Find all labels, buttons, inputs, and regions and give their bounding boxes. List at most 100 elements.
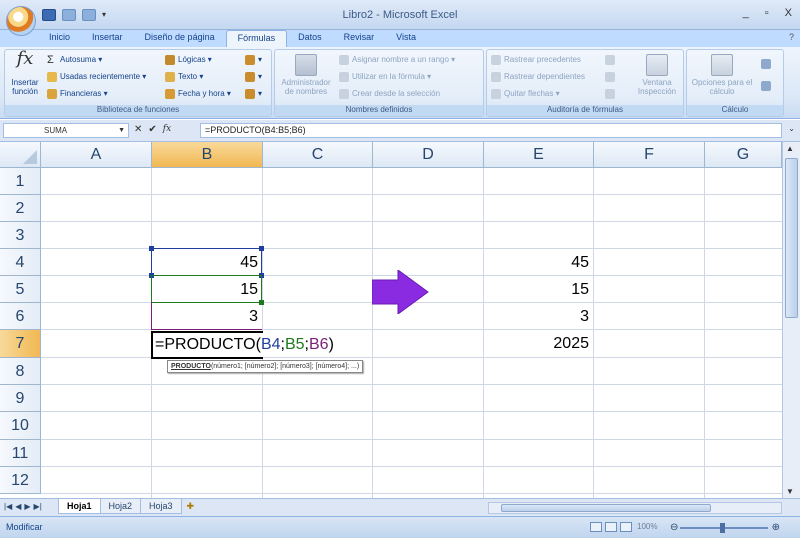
datetime-functions-button[interactable]: Fecha y hora ▾ <box>165 88 231 100</box>
sheet-tab-hoja2[interactable]: Hoja2 <box>99 499 142 514</box>
trace-precedents-button[interactable]: Rastrear precedentes <box>491 54 581 66</box>
financial-functions-button[interactable]: Financieras ▾ <box>47 88 108 100</box>
help-icon[interactable]: ? <box>789 32 794 42</box>
expand-formula-bar-icon[interactable]: ⌄ <box>788 124 795 133</box>
row-header-1[interactable]: 1 <box>0 168 41 195</box>
row-header-3[interactable]: 3 <box>0 222 41 249</box>
scroll-up-icon[interactable]: ▲ <box>786 144 794 153</box>
maximize-button[interactable]: ▫ <box>765 7 769 19</box>
horizontal-scrollbar[interactable] <box>488 502 782 514</box>
watch-window-button[interactable]: Ventana Inspección <box>633 54 681 96</box>
recent-functions-button[interactable]: Usadas recientemente ▾ <box>47 71 146 83</box>
trace-dependents-button[interactable]: Rastrear dependientes <box>491 71 585 83</box>
autosum-button[interactable]: Σ Autosuma ▾ <box>47 54 102 66</box>
insert-function-button[interactable]: fx Insertar función <box>7 50 43 97</box>
right-arrow-shape[interactable] <box>372 270 430 314</box>
column-header-d[interactable]: D <box>373 142 484 168</box>
remove-arrows-button[interactable]: Quitar flechas ▾ <box>491 88 560 100</box>
cell-b6[interactable]: 3 <box>152 303 262 330</box>
row-header-5[interactable]: 5 <box>0 276 41 303</box>
lookup-functions-button[interactable]: ▾ <box>245 54 262 66</box>
cell-b5[interactable]: 15 <box>152 276 262 303</box>
tab-datos[interactable]: Datos <box>287 30 333 47</box>
trace-precedents-icon <box>491 54 501 65</box>
zoom-out-icon[interactable]: ⊖ <box>670 522 678 533</box>
column-header-g[interactable]: G <box>705 142 782 168</box>
cancel-icon[interactable]: ✕ <box>134 124 142 135</box>
select-all-button[interactable] <box>0 142 41 168</box>
column-header-e[interactable]: E <box>484 142 594 168</box>
create-from-selection-button[interactable]: Crear desde la selección <box>339 88 440 100</box>
worksheet-grid[interactable]: A B C D E F G 1 2 3 4 5 6 7 8 9 10 11 12… <box>0 142 782 498</box>
column-header-b[interactable]: B <box>152 142 263 168</box>
sheet-tab-hoja3[interactable]: Hoja3 <box>140 499 182 514</box>
calc-options-button[interactable]: Opciones para el cálculo <box>689 54 755 96</box>
cell-e7[interactable]: 2025 <box>484 330 593 357</box>
show-formulas-button[interactable] <box>605 54 618 66</box>
tab-vista[interactable]: Vista <box>385 30 427 47</box>
tab-revisar[interactable]: Revisar <box>333 30 386 47</box>
use-in-formula-button[interactable]: Utilizar en la fórmula ▾ <box>339 71 431 83</box>
row-header-4[interactable]: 4 <box>0 249 41 276</box>
name-manager-button[interactable]: Administrador de nombres <box>277 54 335 96</box>
calc-now-button[interactable] <box>761 58 774 70</box>
tab-inicio[interactable]: Inicio <box>38 30 81 47</box>
office-button[interactable] <box>6 6 36 36</box>
group-label: Auditoría de fórmulas <box>487 105 683 116</box>
logical-functions-button[interactable]: Lógicas ▾ <box>165 54 212 66</box>
row-header-12[interactable]: 12 <box>0 467 41 494</box>
prev-sheet-icon[interactable]: ◀ <box>15 502 21 511</box>
formula-input[interactable]: =PRODUCTO(B4:B5;B6) <box>200 123 782 138</box>
zoom-in-icon[interactable]: ⊕ <box>772 522 780 533</box>
column-header-a[interactable]: A <box>41 142 152 168</box>
row-header-2[interactable]: 2 <box>0 195 41 222</box>
insert-function-icon[interactable]: fx <box>163 124 171 135</box>
row-header-11[interactable]: 11 <box>0 440 41 467</box>
name-box[interactable]: SUMA ▼ <box>3 123 129 138</box>
column-header-c[interactable]: C <box>263 142 373 168</box>
tooltip-function-name[interactable]: PRODUCTO <box>171 363 211 370</box>
insert-sheet-icon[interactable]: ✚ <box>181 499 201 514</box>
cell-edit-formula[interactable]: =PRODUCTO(B4;B5;B6) <box>155 331 334 359</box>
assign-name-button[interactable]: Asignar nombre a un rango ▾ <box>339 54 455 66</box>
normal-view-icon[interactable] <box>590 522 602 532</box>
close-button[interactable]: X <box>785 7 792 19</box>
vertical-scrollbar[interactable]: ▲ ▼ <box>782 142 800 498</box>
calc-sheet-button[interactable] <box>761 80 774 92</box>
evaluate-formula-button[interactable] <box>605 88 618 100</box>
next-sheet-icon[interactable]: ▶ <box>24 502 30 511</box>
sheet-tab-hoja1[interactable]: Hoja1 <box>58 499 101 514</box>
tab-formulas[interactable]: Fórmulas <box>225 30 288 47</box>
row-header-6[interactable]: 6 <box>0 303 41 330</box>
text-functions-button[interactable]: Texto ▾ <box>165 71 203 83</box>
math-functions-button[interactable]: ▾ <box>245 71 262 83</box>
name-box-dropdown-icon[interactable]: ▼ <box>118 124 125 137</box>
more-functions-button[interactable]: ▾ <box>245 88 262 100</box>
vertical-scroll-thumb[interactable] <box>785 158 798 318</box>
column-header-f[interactable]: F <box>594 142 705 168</box>
zoom-level[interactable]: 100% <box>637 522 657 531</box>
cell-b4[interactable]: 45 <box>152 249 262 276</box>
last-sheet-icon[interactable]: ▶| <box>34 502 42 511</box>
first-sheet-icon[interactable]: |◀ <box>4 502 12 511</box>
enter-icon[interactable]: ✔ <box>148 124 156 135</box>
row-header-10[interactable]: 10 <box>0 412 41 440</box>
row-header-7[interactable]: 7 <box>0 330 41 358</box>
cell-e6[interactable]: 3 <box>484 303 593 330</box>
zoom-knob[interactable] <box>720 523 725 533</box>
error-check-button[interactable] <box>605 71 618 83</box>
zoom-slider[interactable]: ⊖ ⊕ <box>670 522 780 533</box>
page-break-view-icon[interactable] <box>620 522 632 532</box>
tab-insertar[interactable]: Insertar <box>81 30 134 47</box>
row-header-9[interactable]: 9 <box>0 385 41 412</box>
tab-diseno-pagina[interactable]: Diseño de página <box>134 30 226 47</box>
ref-token-b4: B4 <box>260 336 281 353</box>
page-layout-view-icon[interactable] <box>605 522 617 532</box>
minimize-button[interactable]: _ <box>743 7 749 19</box>
horizontal-scroll-thumb[interactable] <box>501 504 711 512</box>
function-tooltip: PRODUCTO(número1; [número2]; [número3]; … <box>167 360 364 373</box>
row-header-8[interactable]: 8 <box>0 358 41 385</box>
scroll-down-icon[interactable]: ▼ <box>786 487 794 496</box>
cell-e5[interactable]: 15 <box>484 276 593 303</box>
cell-e4[interactable]: 45 <box>484 249 593 276</box>
